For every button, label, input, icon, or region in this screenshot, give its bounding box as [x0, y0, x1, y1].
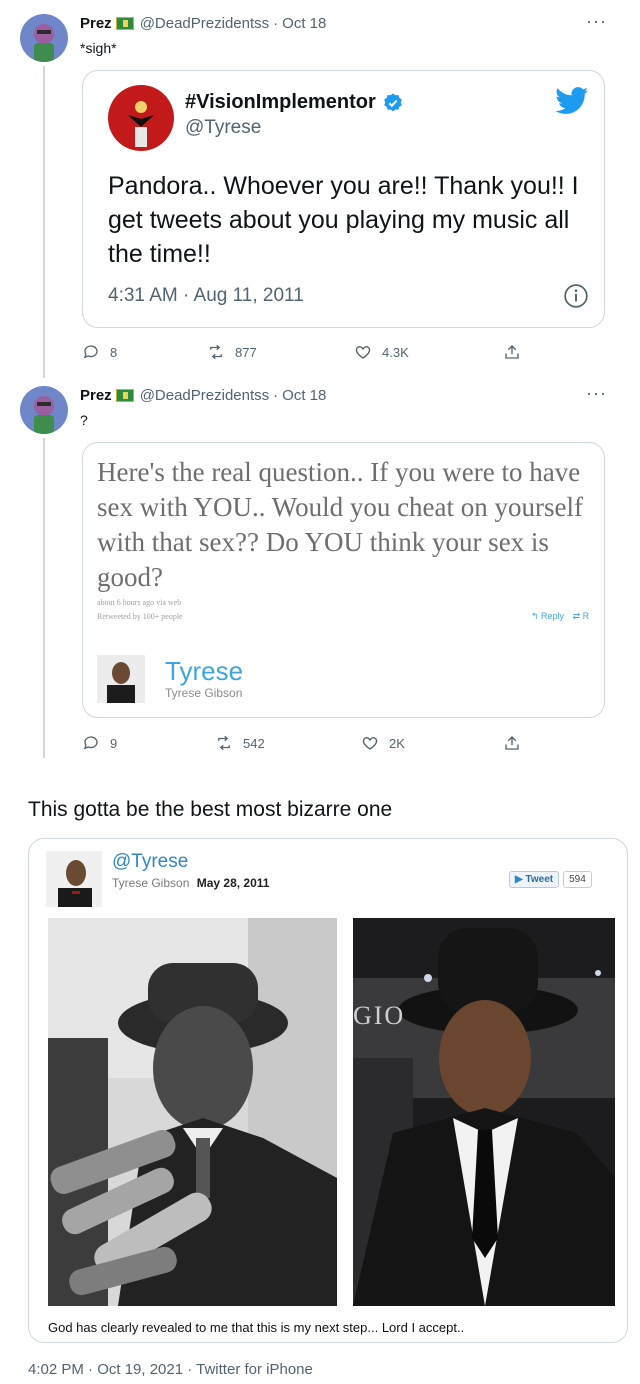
retweet-icon	[210, 344, 222, 360]
reply-action[interactable]: 8	[82, 343, 117, 361]
info-icon[interactable]	[563, 283, 589, 309]
reply-count: 9	[110, 735, 118, 751]
old-reply-label: Reply	[541, 611, 565, 621]
quoted-avatar[interactable]	[108, 85, 174, 151]
old-author-name: Tyrese Gibson	[165, 686, 243, 700]
handle[interactable]: @DeadPrezidentss	[140, 387, 269, 404]
verified-icon	[383, 92, 402, 111]
retweet-icon	[218, 735, 230, 751]
card-handle: @Tyrese	[112, 851, 189, 872]
reply-count: 8	[110, 344, 118, 360]
card-tweet-label-box: ▶ Tweet	[509, 871, 560, 888]
like-count: 4.3K	[382, 344, 409, 360]
reply-icon	[83, 345, 98, 359]
share-icon	[505, 736, 519, 750]
quoted-name-block: #VisionImplementor @Tyrese	[185, 91, 404, 139]
handle[interactable]: @DeadPrezidentss	[140, 15, 269, 32]
retweet-action[interactable]: 877	[207, 343, 257, 361]
twitter-bird-icon	[555, 87, 589, 114]
card-tweet-button: ▶ Tweet 594	[509, 871, 592, 888]
thread-line	[43, 438, 45, 758]
old-tweet-retweeted: Retweeted by 100+ people	[97, 612, 183, 621]
quoted-tweet-card[interactable]: #VisionImplementor @Tyrese Pandora.. Who…	[82, 70, 605, 328]
card-tweet-count: 594	[563, 871, 592, 888]
money-flag-icon	[115, 17, 134, 30]
more-options-icon[interactable]: ···	[586, 383, 607, 404]
tweet-footer[interactable]: 4:02 PM · Oct 19, 2021 · Twitter for iPh…	[28, 1361, 313, 1378]
card-name-date: Tyrese Gibson May 28, 2011	[112, 876, 269, 890]
old-retweet-icon: ⇄	[572, 611, 583, 621]
main-image-card[interactable]: @Tyrese Tyrese Gibson May 28, 2011 ▶ Twe…	[28, 838, 628, 1343]
like-count: 2K	[389, 735, 405, 751]
card-caption: God has clearly revealed to me that this…	[48, 1320, 465, 1335]
avatar[interactable]	[20, 386, 68, 434]
heart-icon	[362, 737, 378, 750]
dot-separator: ·	[273, 15, 279, 32]
money-flag-icon	[115, 389, 134, 402]
tweet-text: *sigh*	[80, 40, 117, 56]
quoted-tweet-text: Pandora.. Whoever you are!! Thank you!! …	[108, 172, 579, 268]
dot-separator: ·	[273, 387, 279, 404]
photo-sign-text: GIO	[353, 1001, 406, 1030]
heart-icon	[355, 346, 371, 359]
card-date: May 28, 2011	[196, 876, 270, 890]
card-bird-icon: ▶	[515, 874, 523, 885]
display-name[interactable]: Prez	[80, 387, 112, 404]
retweet-count: 542	[243, 735, 265, 751]
retweet-count: 877	[235, 344, 257, 360]
old-tweet-text: Here's the real question.. If you were t…	[97, 457, 583, 592]
like-action[interactable]: 2K	[361, 734, 405, 752]
card-author-photo	[46, 851, 102, 907]
quoted-timestamp[interactable]: 4:31 AM · Aug 11, 2011	[108, 285, 304, 307]
card-tweet-label: Tweet	[525, 874, 554, 885]
avatar[interactable]	[20, 14, 68, 62]
quoted-image-card[interactable]: Here's the real question.. If you were t…	[82, 442, 605, 718]
old-tweet-meta: about 6 hours ago via web	[97, 598, 182, 607]
share-icon	[505, 345, 519, 359]
old-author-photo	[97, 655, 145, 703]
quoted-handle[interactable]: @Tyrese	[185, 117, 404, 139]
thread-line	[43, 66, 45, 378]
old-reply-link: ↰ Reply ⇄ R	[531, 611, 589, 622]
share-action[interactable]	[503, 734, 521, 752]
tweet-text: ?	[80, 412, 88, 428]
quoted-display-name[interactable]: #VisionImplementor	[185, 91, 376, 114]
card-name: Tyrese Gibson	[112, 876, 190, 890]
old-author-handle: Tyrese	[165, 656, 244, 686]
retweet-action[interactable]: 542	[215, 734, 265, 752]
right-photo: GIO	[353, 918, 615, 1306]
old-retweet-label: R	[582, 611, 590, 621]
share-action[interactable]	[503, 343, 521, 361]
tweet-author: Prez @DeadPrezidentss · Oct 18	[80, 387, 326, 404]
tweet-date[interactable]: Oct 18	[282, 15, 326, 32]
display-name[interactable]: Prez	[80, 15, 112, 32]
reply-action[interactable]: 9	[82, 734, 117, 752]
tweet-author: Prez @DeadPrezidentss · Oct 18	[80, 15, 326, 32]
reply-icon	[83, 736, 98, 750]
more-options-icon[interactable]: ···	[586, 11, 607, 32]
tweet-date[interactable]: Oct 18	[282, 387, 326, 404]
like-action[interactable]: 4.3K	[354, 343, 409, 361]
old-reply-icon: ↰	[531, 611, 542, 621]
left-photo	[48, 918, 337, 1306]
main-tweet-text: This gotta be the best most bizarre one	[28, 798, 393, 821]
